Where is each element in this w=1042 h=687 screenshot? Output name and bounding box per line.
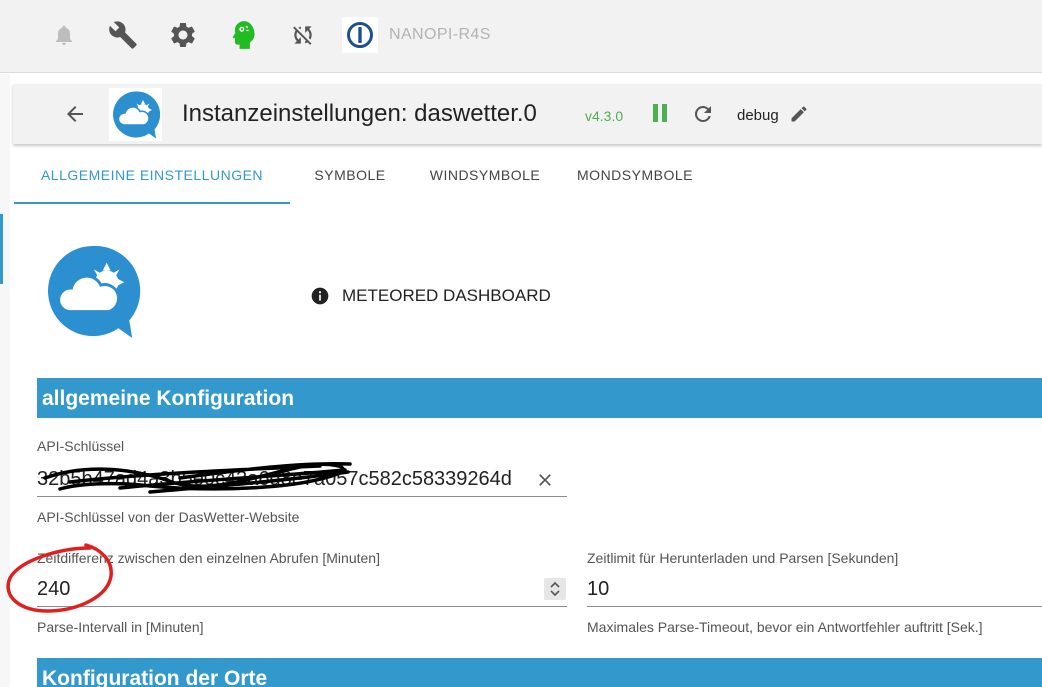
api-key-label: API-Schlüssel bbox=[37, 438, 125, 454]
gear-icon[interactable] bbox=[166, 18, 200, 52]
interval-input[interactable] bbox=[37, 573, 567, 607]
pause-instance-button[interactable] bbox=[649, 102, 671, 124]
daswetter-logo-icon bbox=[112, 90, 160, 138]
close-icon bbox=[539, 474, 551, 486]
host-brand[interactable]: NANOPI-R4S bbox=[342, 15, 491, 55]
timeout-help: Maximales Parse-Timeout, bevor ein Antwo… bbox=[587, 619, 983, 635]
api-key-input[interactable] bbox=[37, 463, 567, 497]
timeout-label: Zeitlimit für Herunterladen und Parsen [… bbox=[587, 550, 899, 566]
interval-stepper[interactable] bbox=[544, 578, 566, 600]
edit-log-level-button[interactable] bbox=[788, 103, 810, 125]
instance-version: v4.3.0 bbox=[585, 108, 624, 124]
pause-icon bbox=[653, 104, 667, 122]
section-header-locations: Konfiguration der Orte bbox=[37, 658, 1042, 687]
sync-off-icon[interactable] bbox=[286, 18, 320, 52]
expert-mode-icon[interactable] bbox=[226, 18, 260, 52]
wrench-icon[interactable] bbox=[106, 18, 140, 52]
top-app-bar: NANOPI-R4S bbox=[0, 0, 1042, 73]
refresh-icon bbox=[694, 105, 711, 122]
adapter-logo bbox=[109, 88, 162, 141]
interval-help: Parse-Intervall in [Minuten] bbox=[37, 619, 204, 635]
tab-wind-symbols[interactable]: WINDSYMBOLE bbox=[410, 148, 560, 204]
sidebar-edge bbox=[0, 74, 10, 687]
daswetter-large-logo-icon bbox=[47, 245, 141, 339]
tab-symbols[interactable]: SYMBOLE bbox=[290, 148, 410, 204]
iobroker-logo-icon bbox=[342, 17, 378, 53]
info-icon bbox=[311, 287, 329, 305]
interval-label: Zeitdifferenz zwischen den einzelnen Abr… bbox=[37, 550, 380, 566]
instance-title: Instanzeinstellungen: daswetter.0 bbox=[182, 100, 537, 127]
instance-header: Instanzeinstellungen: daswetter.0 v4.3.0… bbox=[13, 84, 1042, 144]
api-key-help: API-Schlüssel von der DasWetter-Website bbox=[37, 509, 300, 525]
host-name: NANOPI-R4S bbox=[389, 26, 491, 43]
back-button[interactable] bbox=[61, 100, 89, 128]
meteored-dashboard-link[interactable]: METEORED DASHBOARD bbox=[310, 286, 551, 306]
sidebar-active-indicator bbox=[0, 214, 3, 284]
section-header-general: allgemeine Konfiguration bbox=[37, 378, 1042, 418]
adapter-large-logo bbox=[44, 243, 142, 341]
timeout-input[interactable] bbox=[587, 573, 1042, 607]
clear-api-key-button[interactable] bbox=[533, 468, 557, 492]
pencil-icon bbox=[791, 106, 807, 122]
bell-icon[interactable] bbox=[47, 18, 81, 52]
tab-general-settings[interactable]: ALLGEMEINE EINSTELLUNGEN bbox=[14, 148, 290, 204]
arrow-back-icon bbox=[67, 106, 83, 122]
tab-moon-symbols[interactable]: MONDSYMBOLE bbox=[560, 148, 710, 204]
dashboard-link-label: METEORED DASHBOARD bbox=[342, 286, 551, 305]
stepper-arrows-icon bbox=[550, 581, 560, 597]
log-level-value: debug bbox=[737, 107, 779, 124]
restart-instance-button[interactable] bbox=[691, 102, 715, 126]
